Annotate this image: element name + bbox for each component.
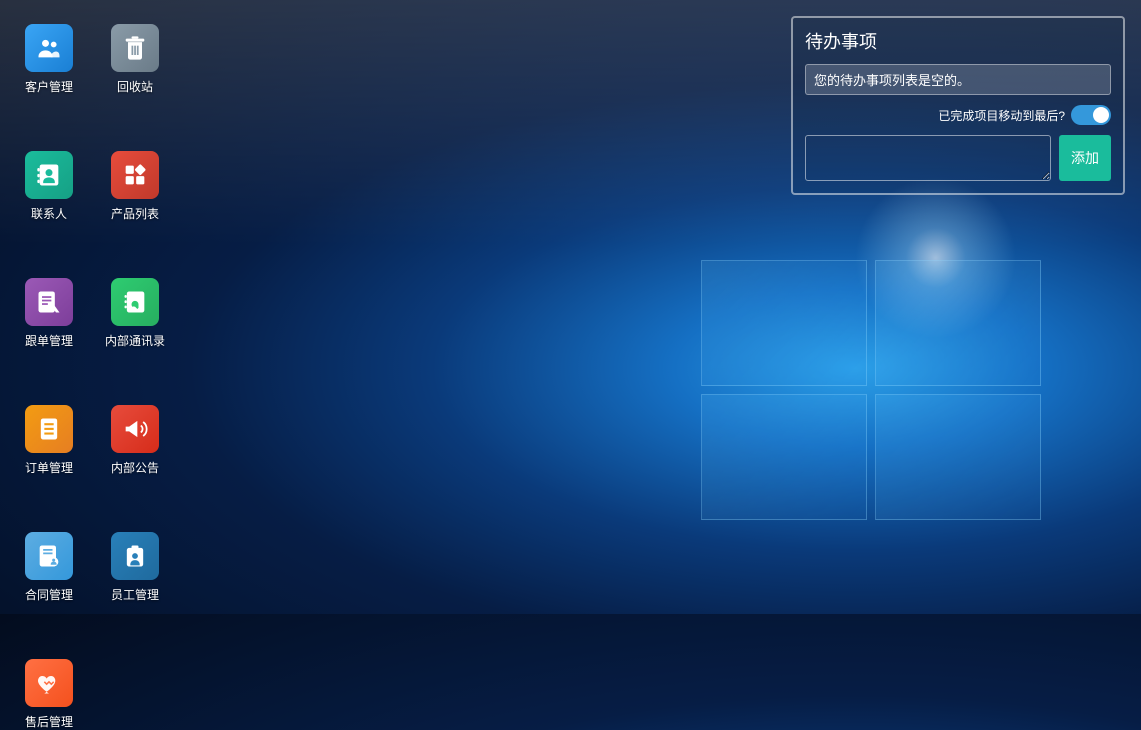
todo-move-completed-toggle[interactable] xyxy=(1071,105,1111,125)
order-icon xyxy=(25,405,73,453)
app-employee-management[interactable]: 员工管理 xyxy=(100,532,170,603)
trash-icon xyxy=(111,24,159,72)
app-label: 内部通讯录 xyxy=(105,332,165,349)
app-internal-directory[interactable]: 内部通讯录 xyxy=(100,278,170,349)
app-contacts[interactable]: 联系人 xyxy=(14,151,84,222)
app-order-tracking[interactable]: 跟单管理 xyxy=(14,278,84,349)
app-label: 内部公告 xyxy=(111,459,159,476)
document-icon xyxy=(25,278,73,326)
app-label: 售后管理 xyxy=(25,713,73,730)
todo-input[interactable] xyxy=(805,135,1051,181)
app-order-management[interactable]: 订单管理 xyxy=(14,405,84,476)
app-label: 合同管理 xyxy=(25,586,73,603)
app-contract-management[interactable]: 合同管理 xyxy=(14,532,84,603)
app-customer-management[interactable]: 客户管理 xyxy=(14,24,84,95)
todo-title: 待办事项 xyxy=(805,28,1111,54)
todo-input-row: 添加 xyxy=(805,135,1111,181)
app-after-sales[interactable]: 售后管理 xyxy=(14,659,84,730)
contract-icon xyxy=(25,532,73,580)
handshake-icon xyxy=(25,659,73,707)
app-label: 产品列表 xyxy=(111,205,159,222)
announcement-icon xyxy=(111,405,159,453)
background-window-panes xyxy=(701,260,1041,520)
addressbook-icon xyxy=(111,278,159,326)
desktop-icons-grid: 客户管理 回收站 联系人 产品列表 跟单管理 内部通讯录 订单管 xyxy=(14,24,170,730)
app-label: 回收站 xyxy=(117,78,153,95)
contact-icon xyxy=(25,151,73,199)
app-label: 联系人 xyxy=(31,205,67,222)
todo-panel: 待办事项 您的待办事项列表是空的。 已完成项目移动到最后? 添加 xyxy=(791,16,1125,195)
toggle-thumb xyxy=(1093,107,1109,123)
todo-toggle-label: 已完成项目移动到最后? xyxy=(938,107,1065,124)
users-icon xyxy=(25,24,73,72)
grid-icon xyxy=(111,151,159,199)
app-label: 客户管理 xyxy=(25,78,73,95)
app-label: 员工管理 xyxy=(111,586,159,603)
app-product-list[interactable]: 产品列表 xyxy=(100,151,170,222)
app-internal-announcement[interactable]: 内部公告 xyxy=(100,405,170,476)
app-label: 跟单管理 xyxy=(25,332,73,349)
app-recycle-bin[interactable]: 回收站 xyxy=(100,24,170,95)
employee-icon xyxy=(111,532,159,580)
todo-toggle-row: 已完成项目移动到最后? xyxy=(805,105,1111,125)
todo-add-button[interactable]: 添加 xyxy=(1059,135,1111,181)
todo-empty-message: 您的待办事项列表是空的。 xyxy=(805,64,1111,95)
app-label: 订单管理 xyxy=(25,459,73,476)
